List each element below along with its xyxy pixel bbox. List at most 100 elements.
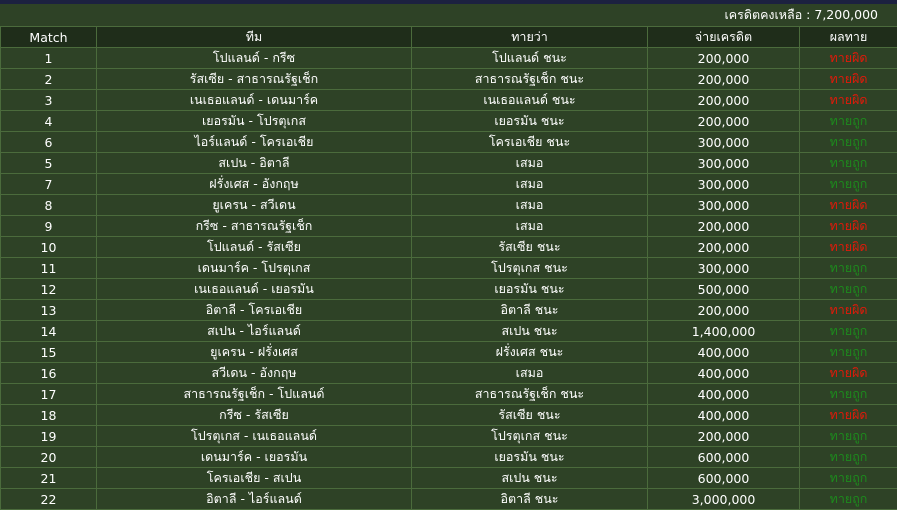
result-cell: ทายผิด <box>800 300 897 321</box>
result-cell: ทายถูก <box>800 342 897 363</box>
header-team: ทีม <box>97 27 412 48</box>
result-cell: ทายถูก <box>800 384 897 405</box>
pay-cell: 600,000 <box>648 447 800 468</box>
result-cell: ทายผิด <box>800 195 897 216</box>
match-cell: 6 <box>1 132 97 153</box>
match-cell: 9 <box>1 216 97 237</box>
pay-cell: 300,000 <box>648 258 800 279</box>
pick-cell: เยอรมัน ชนะ <box>412 279 648 300</box>
pay-cell: 600,000 <box>648 468 800 489</box>
table-body: 1โปแลนด์ - กรีซโปแลนด์ ชนะ200,000ทายผิด2… <box>1 48 897 510</box>
credit-balance: เครดิตคงเหลือ : 7,200,000 <box>0 4 897 26</box>
pick-cell: เสมอ <box>412 174 648 195</box>
match-cell: 14 <box>1 321 97 342</box>
pay-cell: 400,000 <box>648 363 800 384</box>
pay-cell: 300,000 <box>648 132 800 153</box>
pick-cell: โปรตุเกส ชนะ <box>412 258 648 279</box>
match-cell: 17 <box>1 384 97 405</box>
match-cell: 19 <box>1 426 97 447</box>
table-row: 17สาธารณรัฐเช็ก - โปแลนด์สาธารณรัฐเช็ก ช… <box>1 384 897 405</box>
pay-cell: 400,000 <box>648 384 800 405</box>
pay-cell: 200,000 <box>648 216 800 237</box>
match-cell: 12 <box>1 279 97 300</box>
pick-cell: สาธารณรัฐเช็ก ชนะ <box>412 69 648 90</box>
table-row: 2รัสเซีย - สาธารณรัฐเช็กสาธารณรัฐเช็ก ชน… <box>1 69 897 90</box>
header-pay: จ่ายเครดิต <box>648 27 800 48</box>
match-cell: 8 <box>1 195 97 216</box>
table-row: 22อิตาลี - ไอร์แลนด์อิตาลี ชนะ3,000,000ท… <box>1 489 897 510</box>
result-cell: ทายถูก <box>800 258 897 279</box>
team-cell: ฝรั่งเศส - อังกฤษ <box>97 174 412 195</box>
team-cell: สาธารณรัฐเช็ก - โปแลนด์ <box>97 384 412 405</box>
table-row: 12เนเธอแลนด์ - เยอรมันเยอรมัน ชนะ500,000… <box>1 279 897 300</box>
pick-cell: ฝรั่งเศส ชนะ <box>412 342 648 363</box>
match-cell: 2 <box>1 69 97 90</box>
match-cell: 22 <box>1 489 97 510</box>
table-row: 5สเปน - อิตาลีเสมอ300,000ทายถูก <box>1 153 897 174</box>
result-cell: ทายถูก <box>800 489 897 510</box>
match-cell: 15 <box>1 342 97 363</box>
table-row: 18กรีซ - รัสเซียรัสเซีย ชนะ400,000ทายผิด <box>1 405 897 426</box>
table-header-row: Match ทีม ทายว่า จ่ายเครดิต ผลทาย <box>1 27 897 48</box>
result-cell: ทายถูก <box>800 426 897 447</box>
result-cell: ทายถูก <box>800 468 897 489</box>
table-row: 8ยูเครน - สวีเดนเสมอ300,000ทายผิด <box>1 195 897 216</box>
result-cell: ทายถูก <box>800 174 897 195</box>
pick-cell: สเปน ชนะ <box>412 468 648 489</box>
team-cell: เดนมาร์ค - เยอรมัน <box>97 447 412 468</box>
pick-cell: โครเอเชีย ชนะ <box>412 132 648 153</box>
table-row: 14สเปน - ไอร์แลนด์สเปน ชนะ1,400,000ทายถู… <box>1 321 897 342</box>
prediction-table: Match ทีม ทายว่า จ่ายเครดิต ผลทาย 1โปแลน… <box>0 26 897 510</box>
team-cell: อิตาลี - โครเอเชีย <box>97 300 412 321</box>
table-row: 11เดนมาร์ค - โปรตุเกสโปรตุเกส ชนะ300,000… <box>1 258 897 279</box>
result-cell: ทายผิด <box>800 405 897 426</box>
team-cell: สเปน - ไอร์แลนด์ <box>97 321 412 342</box>
pick-cell: เยอรมัน ชนะ <box>412 447 648 468</box>
table-row: 3เนเธอแลนด์ - เดนมาร์คเนเธอแลนด์ ชนะ200,… <box>1 90 897 111</box>
table-row: 10โปแลนด์ - รัสเซียรัสเซีย ชนะ200,000ทาย… <box>1 237 897 258</box>
match-cell: 10 <box>1 237 97 258</box>
pay-cell: 1,400,000 <box>648 321 800 342</box>
team-cell: โปแลนด์ - กรีซ <box>97 48 412 69</box>
team-cell: เนเธอแลนด์ - เดนมาร์ค <box>97 90 412 111</box>
match-cell: 21 <box>1 468 97 489</box>
pick-cell: เนเธอแลนด์ ชนะ <box>412 90 648 111</box>
team-cell: กรีซ - สาธารณรัฐเช็ก <box>97 216 412 237</box>
pay-cell: 400,000 <box>648 405 800 426</box>
result-cell: ทายถูก <box>800 321 897 342</box>
result-cell: ทายถูก <box>800 132 897 153</box>
team-cell: เยอรมัน - โปรตุเกส <box>97 111 412 132</box>
result-cell: ทายผิด <box>800 216 897 237</box>
result-cell: ทายผิด <box>800 90 897 111</box>
team-cell: โครเอเชีย - สเปน <box>97 468 412 489</box>
match-cell: 1 <box>1 48 97 69</box>
header-match: Match <box>1 27 97 48</box>
pay-cell: 3,000,000 <box>648 489 800 510</box>
table-row: 1โปแลนด์ - กรีซโปแลนด์ ชนะ200,000ทายผิด <box>1 48 897 69</box>
team-cell: ไอร์แลนด์ - โครเอเชีย <box>97 132 412 153</box>
table-row: 16สวีเดน - อังกฤษเสมอ400,000ทายผิด <box>1 363 897 384</box>
pick-cell: สาธารณรัฐเช็ก ชนะ <box>412 384 648 405</box>
table-row: 7ฝรั่งเศส - อังกฤษเสมอ300,000ทายถูก <box>1 174 897 195</box>
pick-cell: โปแลนด์ ชนะ <box>412 48 648 69</box>
pay-cell: 400,000 <box>648 342 800 363</box>
pick-cell: เสมอ <box>412 363 648 384</box>
team-cell: โปรตุเกส - เนเธอแลนด์ <box>97 426 412 447</box>
team-cell: สเปน - อิตาลี <box>97 153 412 174</box>
table-row: 6ไอร์แลนด์ - โครเอเชียโครเอเชีย ชนะ300,0… <box>1 132 897 153</box>
team-cell: เนเธอแลนด์ - เยอรมัน <box>97 279 412 300</box>
result-cell: ทายถูก <box>800 111 897 132</box>
team-cell: ยูเครน - ฝรั่งเศส <box>97 342 412 363</box>
result-cell: ทายผิด <box>800 48 897 69</box>
pay-cell: 300,000 <box>648 174 800 195</box>
table-row: 19โปรตุเกส - เนเธอแลนด์โปรตุเกส ชนะ200,0… <box>1 426 897 447</box>
table-row: 9กรีซ - สาธารณรัฐเช็กเสมอ200,000ทายผิด <box>1 216 897 237</box>
team-cell: ยูเครน - สวีเดน <box>97 195 412 216</box>
table-row: 20เดนมาร์ค - เยอรมันเยอรมัน ชนะ600,000ทา… <box>1 447 897 468</box>
pick-cell: เยอรมัน ชนะ <box>412 111 648 132</box>
table-row: 4เยอรมัน - โปรตุเกสเยอรมัน ชนะ200,000ทาย… <box>1 111 897 132</box>
pay-cell: 300,000 <box>648 195 800 216</box>
credit-balance-text: เครดิตคงเหลือ : 7,200,000 <box>724 7 878 22</box>
pay-cell: 200,000 <box>648 426 800 447</box>
pay-cell: 200,000 <box>648 300 800 321</box>
